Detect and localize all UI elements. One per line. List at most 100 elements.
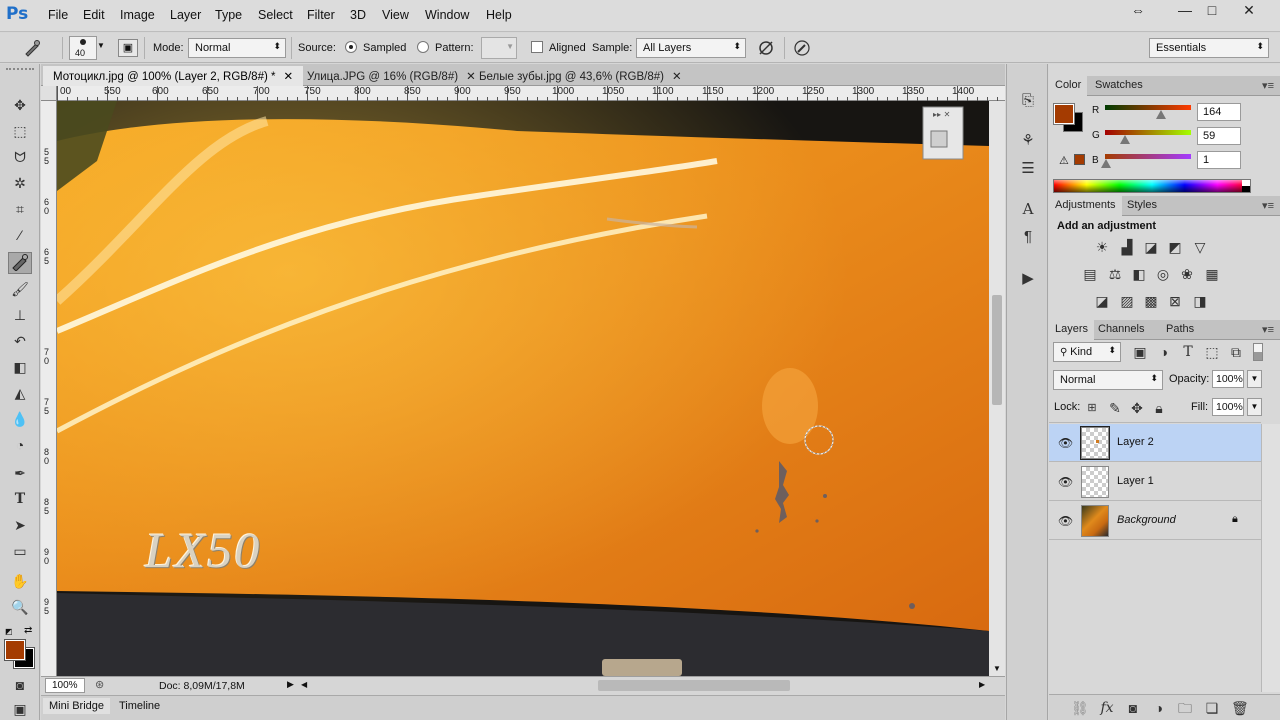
chevron-down-icon[interactable]: ▼ <box>1247 370 1262 388</box>
tab-color[interactable]: Color <box>1049 76 1088 96</box>
lock-pixels-icon[interactable]: ✎ <box>1107 400 1123 416</box>
menu-view[interactable]: View <box>382 8 409 22</box>
r-slider[interactable] <box>1105 105 1191 110</box>
g-value-field[interactable]: 59 <box>1197 127 1241 145</box>
brush-presets-icon[interactable]: ⚘ <box>1017 130 1039 152</box>
vibrance-icon[interactable]: ▽ <box>1192 239 1208 255</box>
default-colors-icon[interactable]: ◩ <box>5 627 13 636</box>
close-icon[interactable]: ✕ <box>283 71 293 83</box>
blend-mode-select[interactable]: Normal ⬍ <box>1053 370 1163 390</box>
dodge-tool-icon[interactable]: ◔ <box>8 434 32 456</box>
ruler-origin[interactable] <box>41 86 57 101</box>
move-tool-icon[interactable]: ✥ <box>8 94 32 116</box>
swap-colors-icon[interactable]: ⇄ <box>24 625 32 636</box>
posterize-icon[interactable]: ▨ <box>1119 293 1135 309</box>
ruler-left[interactable]: 5 5 6 0 6 5 7 0 7 5 8 0 8 5 9 0 9 5 <box>41 101 57 676</box>
layer-row[interactable]: 👁︎ Background 🔒︎ <box>1049 502 1261 540</box>
menu-file[interactable]: File <box>48 8 68 22</box>
brush-tool-icon[interactable]: 🖌 <box>8 278 32 300</box>
lasso-tool-icon[interactable]: ᗢ <box>8 146 32 168</box>
menu-3d[interactable]: 3D <box>350 8 366 22</box>
visibility-eye-icon[interactable]: 👁︎ <box>1058 436 1073 450</box>
g-slider[interactable] <box>1105 130 1191 135</box>
history-icon[interactable]: ⎘ <box>1017 90 1039 112</box>
aligned-checkbox[interactable] <box>531 41 543 53</box>
panel-menu-icon[interactable]: ▾≡ <box>1262 79 1274 92</box>
new-group-icon[interactable]: 🗀 <box>1177 700 1193 716</box>
quick-selection-tool-icon[interactable]: ✲ <box>8 172 32 194</box>
spot-healing-brush-tool-icon[interactable] <box>8 252 32 274</box>
filter-toggle[interactable] <box>1253 343 1263 361</box>
filter-smart-object-icon[interactable]: ⧉ <box>1228 344 1244 360</box>
lock-position-icon[interactable]: ✥ <box>1129 400 1145 416</box>
brightness-icon[interactable]: ☀ <box>1094 239 1110 255</box>
ignore-adjustment-layers-icon[interactable] <box>757 39 775 57</box>
gradient-map-icon[interactable]: ◨ <box>1192 293 1208 309</box>
panel-menu-icon[interactable]: ▾≡ <box>1262 199 1274 212</box>
layer-name[interactable]: Background <box>1117 514 1176 526</box>
g-slider-knob[interactable] <box>1120 135 1130 144</box>
link-layers-icon[interactable]: ⛓ <box>1071 700 1089 716</box>
menu-layer[interactable]: Layer <box>170 8 201 22</box>
opacity-field[interactable]: 100% <box>1212 370 1244 388</box>
pen-tool-icon[interactable]: ✒ <box>8 462 32 484</box>
mode-select[interactable]: Normal ⬍ <box>188 38 286 58</box>
chevron-down-icon[interactable]: ▼ <box>1247 398 1262 416</box>
filter-adjustment-icon[interactable]: ◑ <box>1156 344 1172 360</box>
close-window-button[interactable]: ✕ <box>1238 2 1260 19</box>
properties-icon[interactable]: ☰ <box>1017 158 1039 180</box>
hand-tool-icon[interactable]: ✋ <box>8 570 32 592</box>
eyedropper-tool-icon[interactable]: ⁄ <box>8 224 32 246</box>
pressure-size-icon[interactable] <box>793 39 811 57</box>
layer-style-icon[interactable]: fx <box>1099 700 1115 716</box>
rectangle-tool-icon[interactable]: ▭ <box>8 540 32 562</box>
tab-layers[interactable]: Layers <box>1049 320 1095 340</box>
visibility-eye-icon[interactable]: 👁︎ <box>1058 475 1073 489</box>
character-icon[interactable]: A <box>1017 198 1039 220</box>
new-adjustment-icon[interactable]: ◑ <box>1151 700 1167 716</box>
paint-bucket-tool-icon[interactable]: ◭ <box>8 382 32 404</box>
minimize-button[interactable]: — <box>1174 2 1196 18</box>
layer-filter-kind-select[interactable]: ⚲ Kind ⬍ <box>1053 342 1121 362</box>
add-mask-icon[interactable]: ◙ <box>1125 700 1141 716</box>
layer-thumbnail[interactable] <box>1080 426 1110 460</box>
quick-mask-icon[interactable]: ◙ <box>8 674 32 696</box>
scroll-down-icon[interactable]: ▼ <box>993 664 1001 673</box>
ruler-top[interactable]: 00 550 600 650 700 750 800 850 900 950 1… <box>57 86 1005 101</box>
tab-adjustments[interactable]: Adjustments <box>1049 196 1122 216</box>
pattern-picker[interactable]: ▼ <box>481 37 517 59</box>
history-brush-tool-icon[interactable]: ↶ <box>8 330 32 352</box>
paragraph-icon[interactable]: ¶ <box>1017 226 1039 248</box>
tab-mini-bridge[interactable]: Mini Bridge <box>43 698 111 714</box>
zoom-field[interactable]: 100% <box>45 678 85 693</box>
status-menu-arrow-icon[interactable]: ▶ <box>287 679 294 690</box>
tab-motorcycle[interactable]: Мотоцикл.jpg @ 100% (Layer 2, RGB/8#) * ✕ <box>43 66 304 86</box>
scroll-left-icon[interactable]: ◀ <box>301 680 307 689</box>
vertical-scroll-thumb[interactable] <box>992 295 1002 405</box>
color-lookup-icon[interactable]: ▦ <box>1204 266 1220 282</box>
zoom-tool-icon[interactable]: 🔍 <box>8 596 32 618</box>
fill-field[interactable]: 100% <box>1212 398 1244 416</box>
selective-color-icon[interactable]: ⊠ <box>1167 293 1183 309</box>
panel-grip[interactable] <box>6 68 34 74</box>
r-slider-knob[interactable] <box>1156 110 1166 119</box>
lock-all-icon[interactable]: 🔒︎ <box>1151 400 1167 416</box>
scroll-right-icon[interactable]: ▶ <box>979 680 985 689</box>
tab-street[interactable]: Улица.JPG @ 16% (RGB/8#) ✕ <box>297 66 486 86</box>
close-icon[interactable]: ✕ <box>672 71 682 83</box>
menu-edit[interactable]: Edit <box>83 8 105 22</box>
eraser-tool-icon[interactable]: ◧ <box>8 356 32 378</box>
menu-filter[interactable]: Filter <box>307 8 335 22</box>
visibility-eye-icon[interactable]: 👁︎ <box>1058 514 1073 528</box>
tab-swatches[interactable]: Swatches <box>1089 76 1149 96</box>
tab-white-teeth[interactable]: Белые зубы.jpg @ 43,6% (RGB/8#) ✕ <box>469 66 692 86</box>
exposure-icon[interactable]: ◩ <box>1167 239 1183 255</box>
invert-icon[interactable]: ◪ <box>1094 293 1110 309</box>
menu-help[interactable]: Help <box>486 8 512 22</box>
lock-transparent-icon[interactable]: ⊞ <box>1084 400 1100 416</box>
hue-saturation-icon[interactable]: ▤ <box>1082 266 1098 282</box>
sample-select[interactable]: All Layers ⬍ <box>636 38 746 58</box>
r-value-field[interactable]: 164 <box>1197 103 1241 121</box>
chevron-down-icon[interactable]: ▼ <box>97 41 105 50</box>
new-layer-icon[interactable]: ❏ <box>1204 700 1220 716</box>
